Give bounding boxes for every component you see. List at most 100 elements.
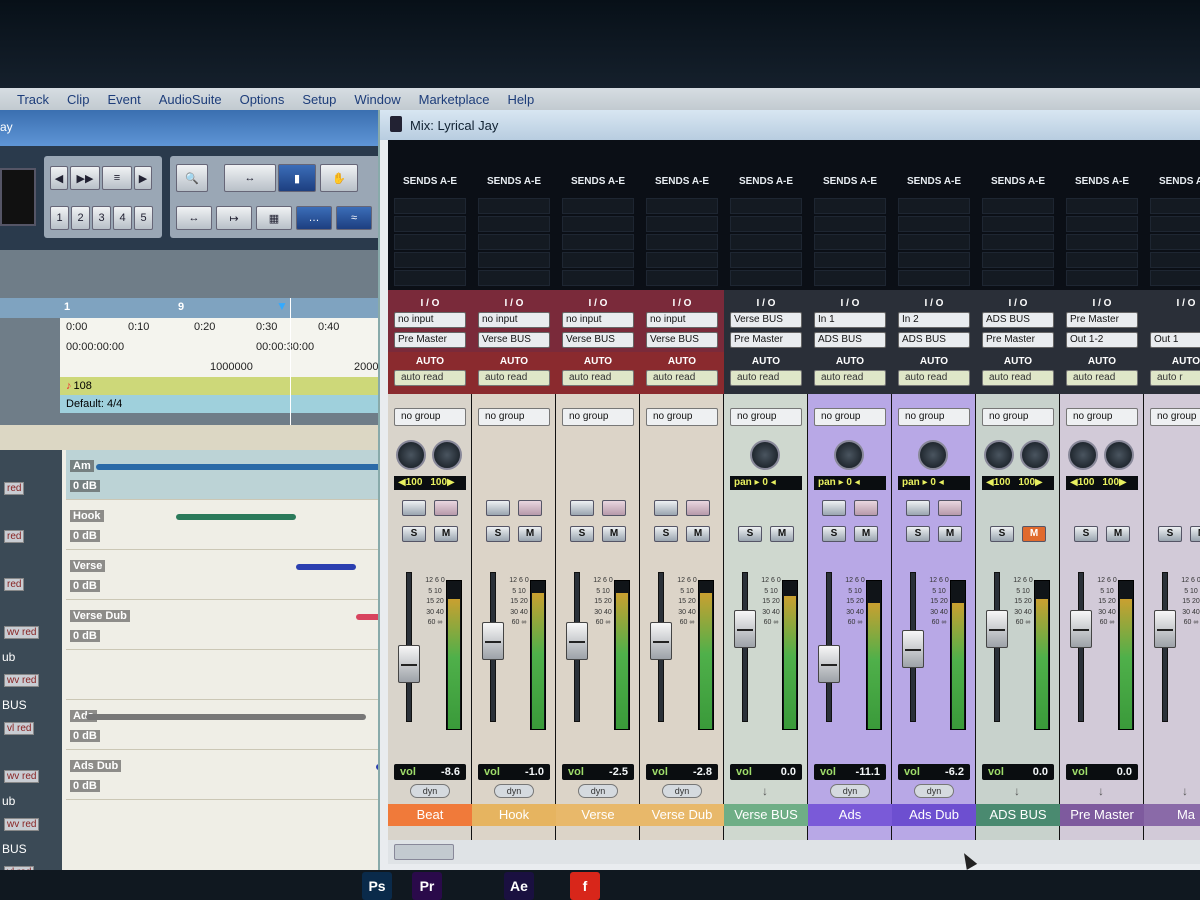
automation-mode-selector[interactable]: auto read [562,370,634,386]
dynamic-transport-button[interactable]: dyn [410,784,450,798]
track-playlist[interactable]: Ads 0 dB [66,700,392,750]
send-slot[interactable] [982,216,1054,232]
menu-item-audiosuite[interactable]: AudioSuite [150,92,231,107]
send-slot[interactable] [814,216,886,232]
input-monitor-button[interactable] [402,500,426,516]
track-view-selector[interactable]: red [4,578,25,591]
send-slot[interactable] [562,270,634,286]
track-view-selector[interactable]: wv red [4,674,40,687]
send-slot[interactable] [730,252,802,268]
track-view-selector[interactable]: red [4,530,25,543]
record-enable-button[interactable] [434,500,458,516]
group-selector[interactable]: no group [730,408,802,426]
send-slot[interactable] [982,270,1054,286]
zoom-preset-button[interactable]: 5 [134,206,153,230]
group-selector[interactable]: no group [1066,408,1138,426]
send-slot[interactable] [562,198,634,214]
input-monitor-button[interactable] [906,500,930,516]
solo-button[interactable]: S [654,526,678,542]
input-selector[interactable]: In 2 [898,312,970,328]
output-selector[interactable]: ADS BUS [898,332,970,348]
send-slot[interactable] [394,198,466,214]
input-selector[interactable]: no input [394,312,466,328]
solo-button[interactable]: S [1074,526,1098,542]
automation-mode-selector[interactable]: auto r [1150,370,1200,386]
mute-button[interactable]: M [1190,526,1200,542]
send-slot[interactable] [1150,216,1200,232]
send-slot[interactable] [1150,234,1200,250]
output-selector[interactable]: Out 1-2 [1066,332,1138,348]
send-slot[interactable] [814,198,886,214]
trim-tool-icon[interactable]: ↔ [224,164,276,192]
track-name-plate[interactable]: Pre Master [1060,804,1144,826]
pan-right-knob[interactable] [1020,440,1050,470]
app-f-icon[interactable]: f [570,872,600,900]
send-slot[interactable] [478,198,550,214]
waveform-view-button[interactable]: ≈ [336,206,372,230]
record-enable-button[interactable] [938,500,962,516]
mute-button[interactable]: M [686,526,710,542]
track-view-selector[interactable]: vl red [4,722,35,735]
track-view-selector[interactable]: red [4,482,25,495]
send-slot[interactable] [814,270,886,286]
input-selector[interactable]: Verse BUS [730,312,802,328]
send-slot[interactable] [1066,234,1138,250]
automation-mode-selector[interactable]: auto read [982,370,1054,386]
group-selector[interactable]: no group [394,408,466,426]
zoom-preset-button[interactable]: 2 [71,206,90,230]
volume-fader[interactable] [902,629,924,668]
record-enable-button[interactable] [602,500,626,516]
send-slot[interactable] [646,198,718,214]
output-selector[interactable]: Pre Master [394,332,466,348]
record-enable-button[interactable] [854,500,878,516]
send-slot[interactable] [898,252,970,268]
automation-mode-selector[interactable]: auto read [646,370,718,386]
volume-fader[interactable] [650,622,672,660]
group-selector[interactable]: no group [478,408,550,426]
waveform-zoom-button[interactable]: ▶▶ [70,166,100,190]
send-slot[interactable] [730,216,802,232]
track-name-plate[interactable]: Hook [472,804,556,826]
volume-fader[interactable] [1070,610,1092,648]
track-name-plate[interactable]: Verse [556,804,640,826]
zoom-out-left-button[interactable]: ◀ [50,166,68,190]
send-slot[interactable] [394,270,466,286]
record-enable-button[interactable] [518,500,542,516]
record-enable-button[interactable] [686,500,710,516]
automation-mode-selector[interactable]: auto read [394,370,466,386]
menu-item-track[interactable]: Track [8,92,58,107]
output-selector[interactable]: Verse BUS [478,332,550,348]
output-selector[interactable]: Verse BUS [562,332,634,348]
send-slot[interactable] [646,216,718,232]
dynamic-transport-button[interactable]: dyn [494,784,534,798]
output-selector[interactable]: Pre Master [982,332,1054,348]
track-name-plate[interactable]: Verse Dub [640,804,724,826]
app-pr-icon[interactable]: Pr [412,872,442,900]
send-slot[interactable] [478,216,550,232]
pan-knob[interactable] [750,440,780,470]
slip-mode-button[interactable]: ↦ [216,206,252,230]
solo-button[interactable]: S [738,526,762,542]
track-name[interactable]: BUS [0,698,48,712]
mute-button[interactable]: M [602,526,626,542]
dynamic-transport-button[interactable]: dyn [662,784,702,798]
mute-button[interactable]: M [1106,526,1130,542]
volume-fader[interactable] [1154,610,1176,648]
send-slot[interactable] [1066,198,1138,214]
track-name[interactable]: BUS [0,842,48,856]
pan-left-knob[interactable] [984,440,1014,470]
solo-button[interactable]: S [906,526,930,542]
zoom-in-right-button[interactable]: ▶ [134,166,152,190]
mute-button[interactable]: M [1022,526,1046,542]
group-selector[interactable]: no group [814,408,886,426]
menu-item-marketplace[interactable]: Marketplace [410,92,499,107]
mute-button[interactable]: M [518,526,542,542]
app-ae-icon[interactable]: Ae [504,872,534,900]
mute-button[interactable]: M [434,526,458,542]
zoom-preset-button[interactable]: 1 [50,206,69,230]
automation-mode-selector[interactable]: auto read [814,370,886,386]
send-slot[interactable] [1150,252,1200,268]
menu-item-setup[interactable]: Setup [293,92,345,107]
pan-right-knob[interactable] [432,440,462,470]
input-selector[interactable]: In 1 [814,312,886,328]
